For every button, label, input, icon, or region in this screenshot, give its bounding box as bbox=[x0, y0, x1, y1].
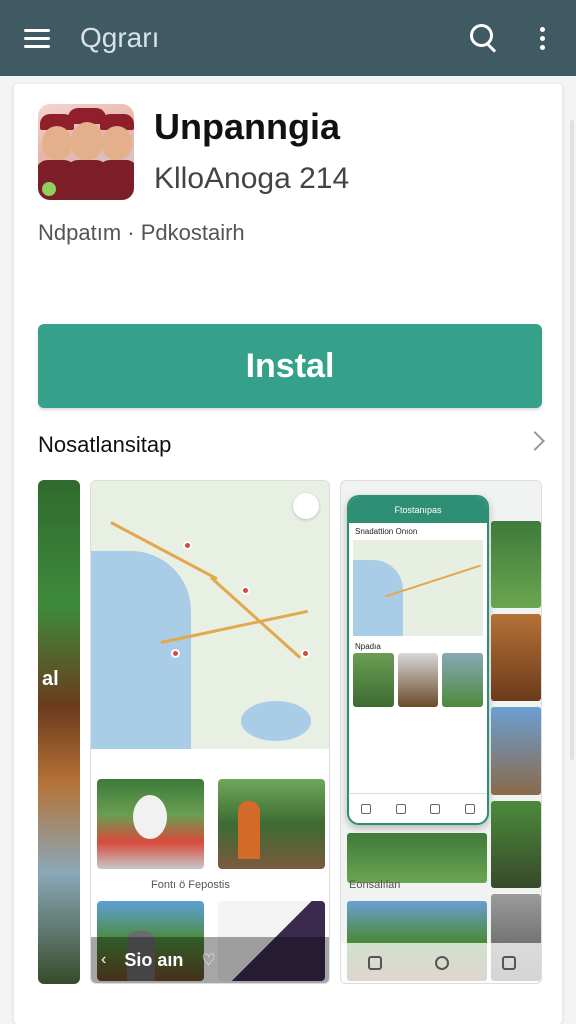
side-thumb bbox=[491, 521, 541, 609]
side-thumb bbox=[491, 800, 541, 888]
screenshot-2[interactable]: Fontı ö Fepostis ‹ Sio aın ♡ bbox=[90, 480, 330, 984]
map-lake bbox=[241, 701, 311, 741]
chevron-right-icon[interactable] bbox=[525, 431, 545, 451]
bookmark-icon bbox=[502, 956, 517, 970]
hamburger-menu-icon[interactable] bbox=[24, 22, 56, 54]
thumbnail-row bbox=[97, 779, 325, 869]
phone-header: Ftostanıpas bbox=[349, 497, 487, 523]
map-pin bbox=[171, 649, 180, 658]
status-dot bbox=[42, 182, 56, 196]
search-icon bbox=[434, 956, 449, 970]
map-road bbox=[209, 576, 302, 659]
screenshot-1[interactable]: al bbox=[38, 480, 80, 984]
bookmark-icon bbox=[430, 803, 441, 814]
map-pin bbox=[301, 649, 310, 658]
phone-thumb-row bbox=[349, 653, 487, 707]
profile-icon bbox=[464, 803, 475, 814]
screenshot-1-label: al bbox=[42, 668, 59, 690]
screenshot-3-nav bbox=[341, 943, 541, 983]
phone-thumb bbox=[442, 653, 484, 707]
search-icon[interactable] bbox=[468, 22, 500, 54]
phone-subtitle: Snadattion Onıon bbox=[355, 527, 418, 536]
home-icon bbox=[361, 803, 372, 814]
screenshot-nav-overlay: ‹ Sio aın ♡ bbox=[91, 937, 329, 983]
screenshots-section-title: Nosatlansitap bbox=[38, 432, 172, 457]
figure-face bbox=[102, 126, 132, 160]
side-thumb bbox=[491, 707, 541, 795]
screenshot-2-bottom-label: Sio aın bbox=[124, 949, 184, 970]
phone-bottom-nav bbox=[349, 793, 487, 823]
app-icon bbox=[38, 104, 134, 200]
phone-map bbox=[353, 540, 483, 636]
pin-icon: ♡ bbox=[201, 952, 216, 969]
thumbnail-image bbox=[97, 779, 204, 869]
screenshot-3-strip bbox=[347, 833, 487, 883]
figure-face bbox=[71, 122, 103, 160]
chevron-left-icon[interactable]: ‹ bbox=[101, 951, 106, 969]
app-developer[interactable]: KlloAnoga 214 bbox=[154, 162, 349, 196]
scrollbar[interactable] bbox=[570, 120, 574, 760]
app-meta: Ndpatım · Pdkostairh bbox=[38, 220, 245, 245]
screenshot-3-caption: Eonsalılan bbox=[349, 879, 401, 891]
map-icon bbox=[395, 803, 406, 814]
screenshot-carousel[interactable]: al Fontı ö Fepostis ‹ Sio aın ♡ Ftostanı… bbox=[38, 480, 542, 984]
app-name: Unpanngia bbox=[154, 106, 340, 147]
phone-section-title: Npadıa bbox=[355, 642, 381, 651]
map-icon bbox=[367, 956, 382, 970]
side-thumb bbox=[491, 614, 541, 702]
install-button[interactable]: Instal bbox=[38, 324, 542, 408]
map-preview bbox=[91, 481, 329, 749]
top-app-bar: Qgrarı bbox=[0, 0, 576, 76]
map-locate-icon bbox=[293, 493, 319, 519]
side-thumbnails bbox=[491, 521, 541, 982]
map-pin bbox=[241, 586, 250, 595]
phone-thumb bbox=[397, 653, 439, 707]
screenshot-2-caption: Fontı ö Fepostis bbox=[151, 879, 230, 891]
figure-body bbox=[98, 160, 134, 200]
figure-face bbox=[42, 126, 72, 160]
screenshot-3[interactable]: Ftostanıpas Snadattion Onıon Npadıa Eons… bbox=[340, 480, 542, 984]
thumbnail-image bbox=[218, 779, 325, 869]
app-details-card: Unpanngia KlloAnoga 214 Ndpatım · Pdkost… bbox=[14, 84, 562, 1024]
topbar-title: Qgrarı bbox=[80, 22, 160, 53]
map-pin bbox=[183, 541, 192, 550]
phone-mockup: Ftostanıpas Snadattion Onıon Npadıa bbox=[347, 495, 489, 825]
more-vertical-icon[interactable] bbox=[532, 22, 552, 54]
phone-thumb bbox=[353, 653, 394, 707]
